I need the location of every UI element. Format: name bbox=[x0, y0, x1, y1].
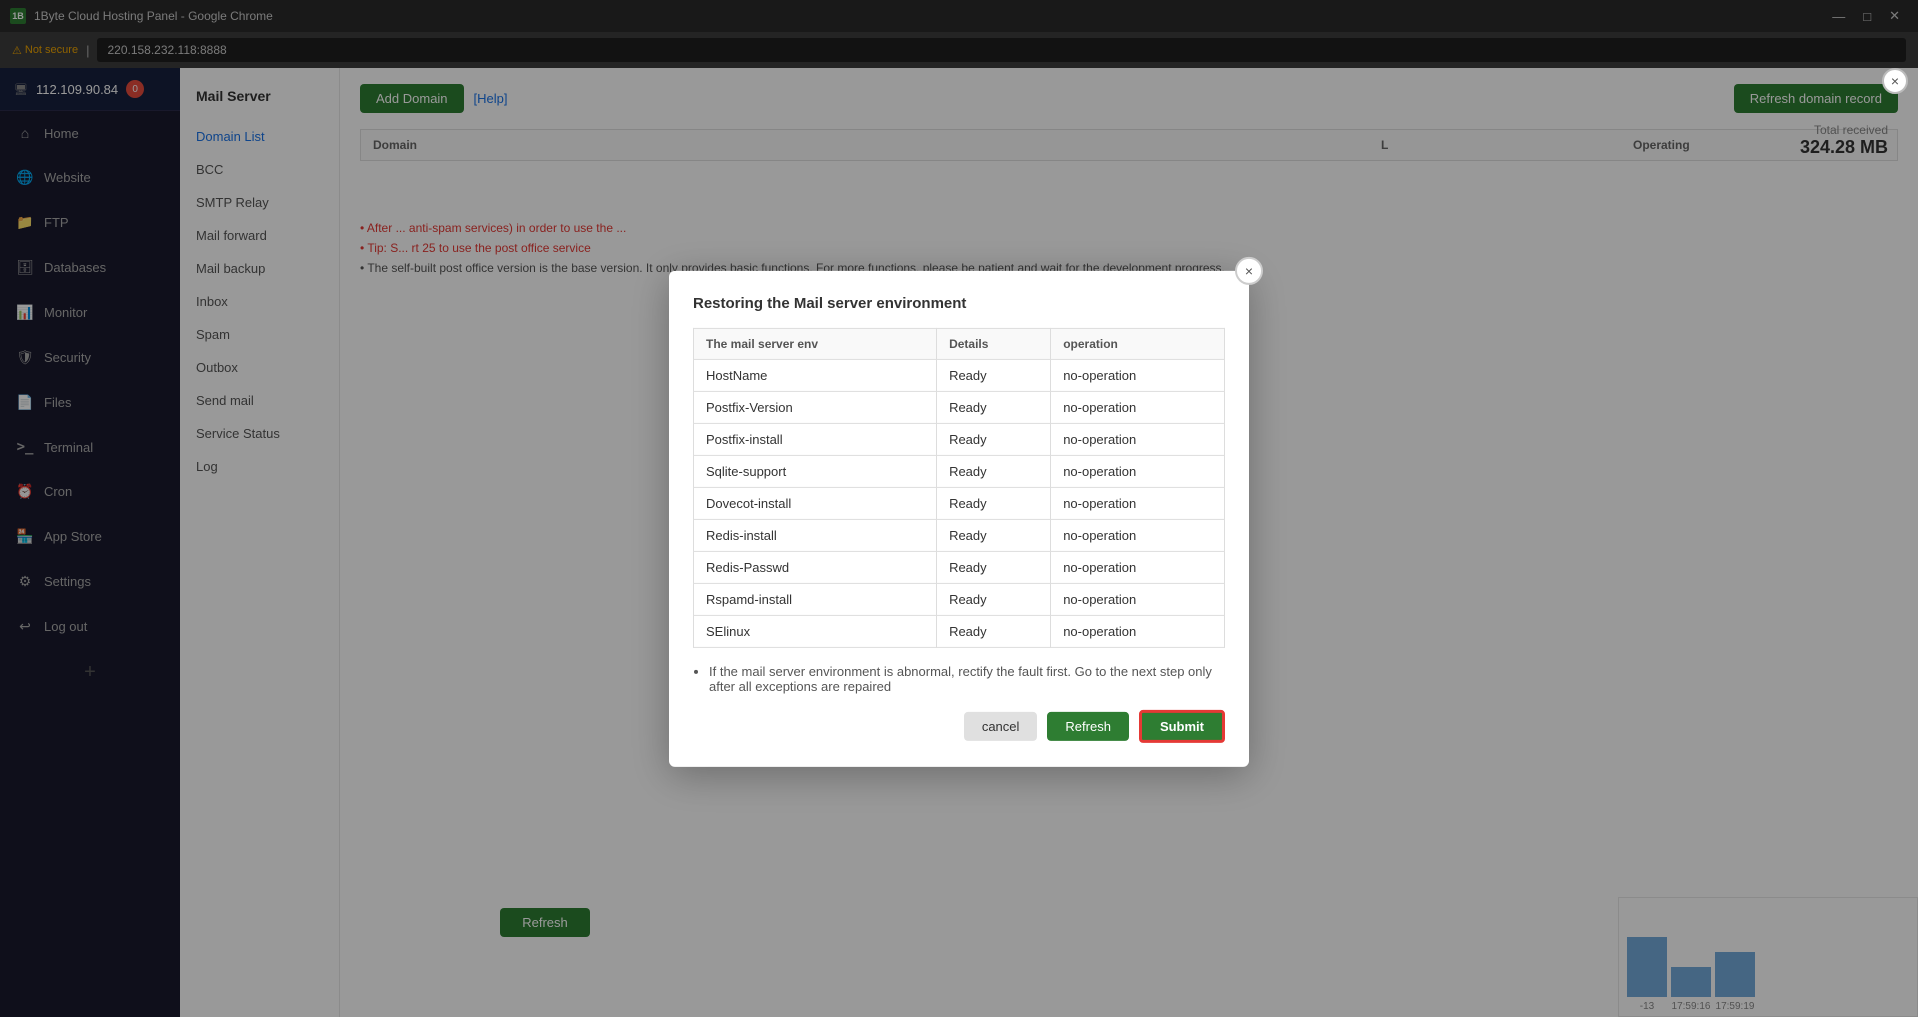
env-operation: no-operation bbox=[1051, 583, 1225, 615]
env-table-head: The mail server env Details operation bbox=[694, 328, 1225, 359]
env-operation: no-operation bbox=[1051, 615, 1225, 647]
env-table-row: Dovecot-install Ready no-operation bbox=[694, 487, 1225, 519]
env-operation: no-operation bbox=[1051, 391, 1225, 423]
env-name: Postfix-Version bbox=[694, 391, 937, 423]
env-name: HostName bbox=[694, 359, 937, 391]
env-details: Ready bbox=[937, 583, 1051, 615]
env-table-row: Rspamd-install Ready no-operation bbox=[694, 583, 1225, 615]
env-details: Ready bbox=[937, 455, 1051, 487]
outer-close-button[interactable]: × bbox=[1882, 68, 1908, 94]
modal-title: Restoring the Mail server environment bbox=[693, 294, 1225, 311]
outer-close-icon: × bbox=[1891, 73, 1899, 89]
env-name: Redis-install bbox=[694, 519, 937, 551]
refresh-button[interactable]: Refresh bbox=[1047, 711, 1129, 740]
env-details: Ready bbox=[937, 519, 1051, 551]
modal-actions: cancel Refresh Submit bbox=[693, 709, 1225, 742]
env-table-row: Redis-install Ready no-operation bbox=[694, 519, 1225, 551]
env-details: Ready bbox=[937, 423, 1051, 455]
env-table-row: Postfix-Version Ready no-operation bbox=[694, 391, 1225, 423]
modal-close-button[interactable]: × bbox=[1235, 256, 1263, 284]
modal-close-icon: × bbox=[1245, 262, 1253, 278]
note-item: If the mail server environment is abnorm… bbox=[709, 663, 1225, 693]
submit-button[interactable]: Submit bbox=[1139, 709, 1225, 742]
env-details: Ready bbox=[937, 551, 1051, 583]
env-table-row: Sqlite-support Ready no-operation bbox=[694, 455, 1225, 487]
env-name: SElinux bbox=[694, 615, 937, 647]
note-list: If the mail server environment is abnorm… bbox=[709, 663, 1225, 693]
main-content: Mail Server Domain List BCC SMTP Relay M… bbox=[180, 68, 1918, 1017]
env-table-row: SElinux Ready no-operation bbox=[694, 615, 1225, 647]
app-wrapper: 🖥 112.109.90.84 0 ⌂ Home 🌐 Website 📁 FTP… bbox=[0, 68, 1918, 1017]
col-env: The mail server env bbox=[694, 328, 937, 359]
env-details: Ready bbox=[937, 487, 1051, 519]
env-table-header-row: The mail server env Details operation bbox=[694, 328, 1225, 359]
env-name: Sqlite-support bbox=[694, 455, 937, 487]
env-name: Postfix-install bbox=[694, 423, 937, 455]
col-details: Details bbox=[937, 328, 1051, 359]
env-table-body: HostName Ready no-operation Postfix-Vers… bbox=[694, 359, 1225, 647]
env-details: Ready bbox=[937, 391, 1051, 423]
env-operation: no-operation bbox=[1051, 455, 1225, 487]
env-operation: no-operation bbox=[1051, 423, 1225, 455]
env-operation: no-operation bbox=[1051, 551, 1225, 583]
col-operation: operation bbox=[1051, 328, 1225, 359]
modal-dialog: × Restoring the Mail server environment … bbox=[669, 270, 1249, 766]
env-details: Ready bbox=[937, 615, 1051, 647]
env-name: Rspamd-install bbox=[694, 583, 937, 615]
env-name: Dovecot-install bbox=[694, 487, 937, 519]
env-operation: no-operation bbox=[1051, 519, 1225, 551]
env-operation: no-operation bbox=[1051, 359, 1225, 391]
env-operation: no-operation bbox=[1051, 487, 1225, 519]
env-details: Ready bbox=[937, 359, 1051, 391]
cancel-button[interactable]: cancel bbox=[964, 711, 1038, 740]
env-table: The mail server env Details operation Ho… bbox=[693, 327, 1225, 647]
env-table-row: Redis-Passwd Ready no-operation bbox=[694, 551, 1225, 583]
env-table-row: HostName Ready no-operation bbox=[694, 359, 1225, 391]
env-name: Redis-Passwd bbox=[694, 551, 937, 583]
env-table-row: Postfix-install Ready no-operation bbox=[694, 423, 1225, 455]
